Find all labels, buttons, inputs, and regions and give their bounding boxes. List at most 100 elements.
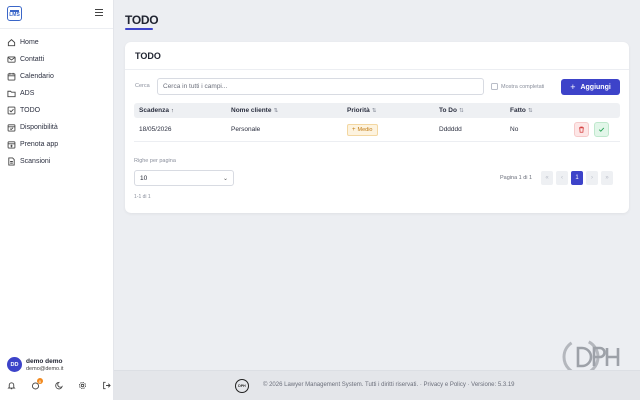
- sidebar-item-label: Calendario: [20, 73, 54, 80]
- user-profile[interactable]: DD demo demo demo@demo.it: [7, 357, 63, 372]
- plus-icon: +: [570, 82, 576, 92]
- menu-toggle-icon[interactable]: [95, 9, 103, 17]
- sort-icon: ⇅: [371, 108, 377, 114]
- mail-icon: [7, 55, 16, 64]
- app-logo[interactable]: LMS: [7, 6, 22, 21]
- todo-table: Scadenza ↑ Nome cliente ⇅ Priorità ⇅ To Do ⇅…: [134, 103, 620, 142]
- sidebar-item-label: Home: [20, 39, 39, 46]
- header-label: To Do: [439, 107, 457, 114]
- cell-fatto: No: [510, 126, 519, 133]
- add-button-label: Aggiungi: [580, 83, 611, 91]
- chevron-down-icon: ⌄: [222, 175, 228, 182]
- user-email: demo@demo.it: [26, 365, 64, 372]
- table-header: Scadenza ↑ Nome cliente ⇅ Priorità ⇅ To Do ⇅…: [134, 103, 620, 118]
- footer: DPH © 2026 Lawyer Management System. Tut…: [114, 370, 640, 400]
- cell-priorita: + Medio: [343, 123, 435, 136]
- delete-button[interactable]: [574, 122, 589, 137]
- app-logo-text: LMS: [9, 12, 20, 18]
- header-todo[interactable]: To Do ⇅: [435, 107, 506, 114]
- page-button-1[interactable]: 1: [571, 171, 583, 185]
- footer-logo: DPH: [235, 379, 249, 393]
- sidebar-item-contatti[interactable]: Contatti: [0, 51, 114, 68]
- document-icon: [7, 157, 16, 166]
- sidebar-item-label: ADS: [20, 90, 35, 97]
- cell-cliente: Personale: [231, 126, 261, 133]
- header-label: Priorità: [347, 107, 370, 114]
- trash-icon: [579, 126, 584, 133]
- table-row[interactable]: 18/05/2026 Personale + Medio Dddddd No: [134, 118, 620, 142]
- show-completed-toggle[interactable]: Mostra completati: [491, 83, 544, 90]
- title-underline: [125, 28, 153, 30]
- sidebar-item-label: Disponibilità: [20, 124, 58, 131]
- home-icon: [7, 38, 16, 47]
- cell-todo: Dddddd: [439, 126, 462, 133]
- last-page-button[interactable]: »: [601, 171, 613, 185]
- search-label: Cerca: [135, 83, 150, 89]
- arrow-up-icon: +: [352, 126, 356, 133]
- sidebar-item-label: Prenota app: [20, 141, 59, 148]
- card-divider: [125, 69, 629, 70]
- sidebar-item-todo[interactable]: TODO: [0, 102, 114, 119]
- rows-per-page-value: 10: [140, 174, 148, 182]
- avatar: DD: [7, 357, 22, 372]
- sidebar-item-scansioni[interactable]: Scansioni: [0, 153, 114, 170]
- search-input[interactable]: [157, 78, 484, 95]
- range-text: 1-1 di 1: [134, 194, 151, 200]
- sidebar-item-label: TODO: [20, 107, 41, 114]
- sidebar-item-label: Contatti: [20, 56, 45, 63]
- todo-card: TODO Cerca Mostra completati + Aggiungi …: [125, 42, 629, 213]
- header-label: Nome cliente: [231, 107, 272, 114]
- bell-icon[interactable]: [7, 381, 16, 390]
- show-completed-checkbox[interactable]: [491, 83, 498, 90]
- pagination: « ‹ 1 › »: [541, 171, 613, 185]
- calendar-check-icon: [7, 123, 16, 132]
- sidebar-divider: [0, 28, 113, 29]
- moon-icon[interactable]: [54, 381, 64, 390]
- sidebar-item-label: Scansioni: [20, 158, 51, 165]
- header-scadenza[interactable]: Scadenza ↑: [134, 107, 227, 114]
- sidebar-item-prenota-app[interactable]: Prenota app: [0, 136, 114, 153]
- sidebar-footer-icons: 8: [7, 378, 111, 390]
- folder-icon: [7, 89, 16, 98]
- priority-label: Medio: [357, 126, 373, 133]
- sidebar-item-home[interactable]: Home: [0, 34, 114, 51]
- footer-text: © 2026 Lawyer Management System. Tutti i…: [263, 382, 515, 388]
- card-title: TODO: [135, 51, 161, 61]
- cell-actions: [574, 122, 620, 137]
- sidebar-item-disponibilita[interactable]: Disponibilità: [0, 119, 114, 136]
- sort-icon: ⇅: [273, 108, 279, 114]
- show-completed-label: Mostra completati: [501, 83, 545, 90]
- user-name: demo demo: [26, 357, 63, 365]
- priority-badge: + Medio: [347, 123, 378, 136]
- rows-per-page-label: Righe per pagina: [134, 158, 176, 164]
- sidebar: LMS Home Contatti Calendario ADS TODO Di…: [0, 0, 114, 400]
- header-nome-cliente[interactable]: Nome cliente ⇅: [227, 107, 343, 114]
- sort-icon: ⇅: [458, 108, 464, 114]
- header-priorita[interactable]: Priorità ⇅: [343, 107, 435, 114]
- sidebar-item-ads[interactable]: ADS: [0, 85, 114, 102]
- check-icon: [598, 127, 605, 132]
- first-page-button[interactable]: «: [541, 171, 553, 185]
- notifications-icon[interactable]: 8: [31, 378, 43, 390]
- gear-icon[interactable]: [78, 381, 87, 390]
- booking-icon: [7, 140, 16, 149]
- header-label: Fatto: [510, 107, 526, 114]
- sort-icon: ⇅: [527, 108, 533, 114]
- page-info: Pagina 1 di 1: [500, 175, 533, 181]
- next-page-button[interactable]: ›: [586, 171, 598, 185]
- header-fatto[interactable]: Fatto ⇅: [506, 107, 574, 114]
- header-label: Scadenza: [139, 107, 169, 114]
- notification-badge: 8: [36, 378, 43, 384]
- checkbox-icon: [7, 106, 16, 115]
- complete-button[interactable]: [594, 122, 609, 137]
- sidebar-item-calendario[interactable]: Calendario: [0, 68, 114, 85]
- logout-icon[interactable]: [102, 381, 111, 390]
- sort-asc-icon: ↑: [171, 108, 174, 114]
- page-title: TODO: [125, 13, 159, 27]
- rows-per-page-select[interactable]: 10 ⌄: [134, 170, 234, 186]
- cell-scadenza: 18/05/2026: [139, 126, 172, 133]
- calendar-icon: [7, 72, 16, 81]
- prev-page-button[interactable]: ‹: [556, 171, 568, 185]
- add-button[interactable]: + Aggiungi: [561, 79, 620, 95]
- sidebar-nav: Home Contatti Calendario ADS TODO Dispon…: [0, 34, 114, 170]
